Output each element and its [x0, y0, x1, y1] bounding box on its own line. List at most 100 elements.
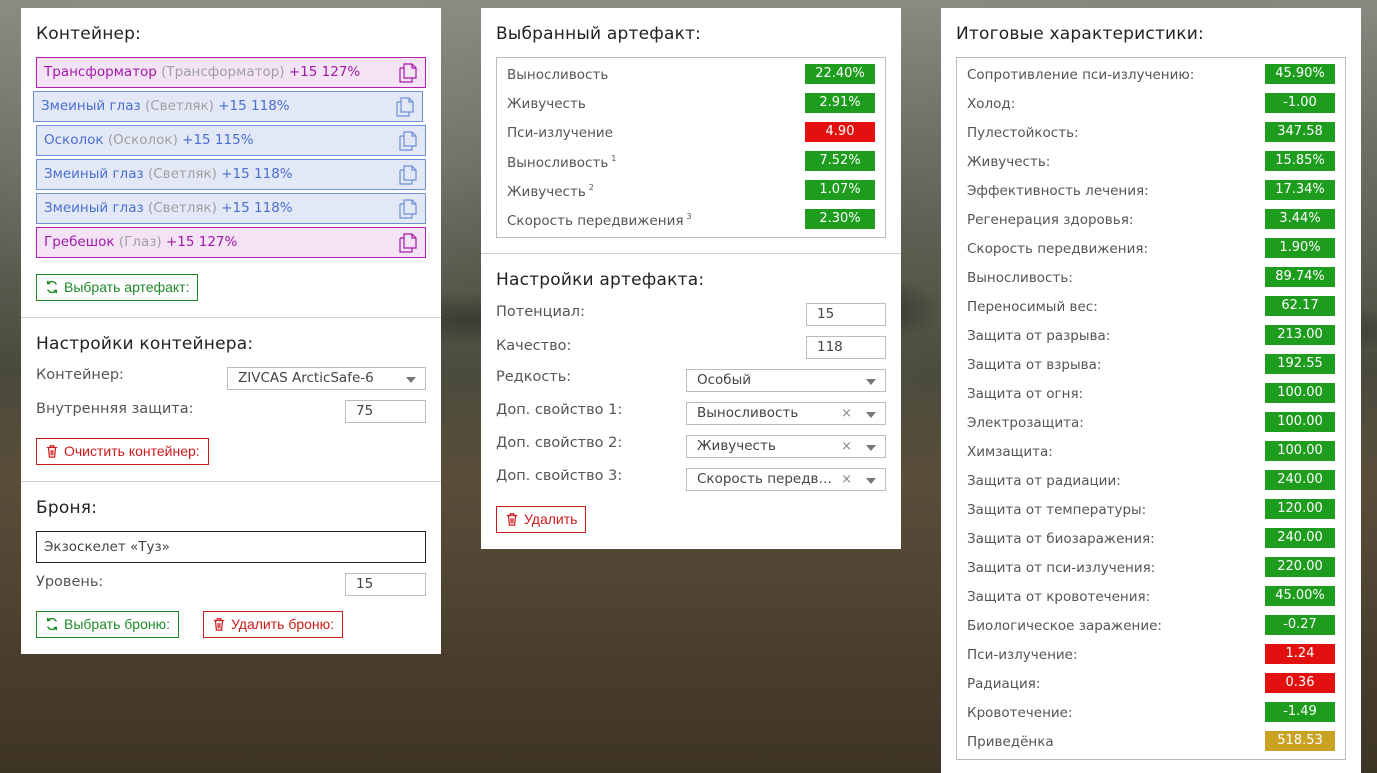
- stat-row: Электрозащита: 100.00: [957, 409, 1345, 438]
- copy-icon[interactable]: [399, 199, 417, 219]
- stat-name: Химзащита:: [967, 444, 1053, 460]
- divider: [21, 317, 441, 318]
- stat-name-text: Живучесть: [507, 96, 586, 112]
- copy-icon[interactable]: [399, 233, 417, 253]
- stat-row: Выносливость: 89.74%: [957, 264, 1345, 293]
- stat-value: 1.90%: [1265, 238, 1335, 258]
- artifact-item[interactable]: Змеиный глаз (Светляк) +15 118%: [36, 193, 426, 224]
- artifact-name: Змеиный глаз: [44, 200, 144, 216]
- stat-name: Переносимый вес:: [967, 299, 1098, 315]
- stat-name: Эффективность лечения:: [967, 183, 1149, 199]
- artifact-stats: +15 127%: [288, 64, 361, 80]
- stat-value: 1.07%: [805, 180, 875, 200]
- artifact-item[interactable]: Осколок (Осколок) +15 115%: [36, 125, 426, 156]
- delete-armor-button[interactable]: Удалить броню:: [203, 611, 344, 638]
- copy-icon[interactable]: [399, 63, 417, 83]
- prop2-select-value: Живучесть: [697, 438, 776, 454]
- quality-input[interactable]: 118: [806, 336, 886, 359]
- armor-level-input[interactable]: 15: [345, 573, 426, 596]
- clear-container-button[interactable]: Очистить контейнер:: [36, 438, 209, 465]
- stat-name-text: Защита от кровотечения:: [967, 589, 1151, 605]
- stat-value: 7.52%: [805, 151, 875, 171]
- stat-row: Эффективность лечения: 17.34%: [957, 177, 1345, 206]
- stat-value: 17.34%: [1265, 180, 1335, 200]
- stat-name-text: Защита от температуры:: [967, 502, 1147, 518]
- stat-row: Биологическое заражение: -0.27: [957, 612, 1345, 641]
- stat-name: Регенерация здоровья:: [967, 212, 1133, 228]
- artifact-item[interactable]: Трансформатор (Трансформатор) +15 127%: [36, 57, 426, 88]
- armor-name-field[interactable]: Экзоскелет «Туз»: [36, 531, 426, 563]
- copy-icon[interactable]: [396, 97, 414, 117]
- artifact-type: (Светляк): [147, 200, 217, 216]
- clear-icon[interactable]: ×: [841, 469, 852, 490]
- stat-name-text: Регенерация здоровья:: [967, 212, 1134, 228]
- stat-row: Радиация: 0.36: [957, 670, 1345, 699]
- container-select[interactable]: ZIVCAS ArcticSafe-6: [227, 367, 426, 390]
- artifact-item[interactable]: Змеиный глаз (Светляк) +15 118%: [36, 159, 426, 190]
- prop2-select[interactable]: Живучесть ×: [686, 435, 886, 458]
- clear-icon[interactable]: ×: [841, 403, 852, 424]
- container-select-value: ZIVCAS ArcticSafe-6: [238, 370, 374, 386]
- divider: [481, 253, 901, 254]
- prop3-select-value: Скорость передвижения: [697, 471, 840, 487]
- artifact-item[interactable]: Гребешок (Глаз) +15 127%: [36, 227, 426, 258]
- stat-value: 15.85%: [1265, 151, 1335, 171]
- delete-artifact-button[interactable]: Удалить: [496, 506, 587, 533]
- stat-value: 2.30%: [805, 209, 875, 229]
- select-artifact-button[interactable]: Выбрать артефакт:: [36, 274, 199, 301]
- artifact-stats: +15 127%: [165, 234, 238, 250]
- stat-value: 220.00: [1265, 557, 1335, 577]
- potential-input[interactable]: 15: [806, 303, 886, 326]
- stat-name-text: Радиация:: [967, 676, 1041, 692]
- refresh-icon: [46, 617, 58, 631]
- selected-artifact-title: Выбранный артефакт:: [496, 24, 702, 44]
- artifact-type: (Глаз): [118, 234, 162, 250]
- stat-value: 100.00: [1265, 412, 1335, 432]
- protection-input[interactable]: 75: [345, 400, 426, 423]
- copy-icon[interactable]: [399, 165, 417, 185]
- select-armor-button[interactable]: Выбрать броню:: [36, 611, 179, 638]
- copy-icon[interactable]: [399, 131, 417, 151]
- stat-name-text: Пулестойкость:: [967, 125, 1079, 141]
- artifact-name: Осколок: [44, 132, 104, 148]
- prop3-select[interactable]: Скорость передвижения ×: [686, 468, 886, 491]
- delete-armor-label: Удалить броню:: [231, 616, 335, 632]
- stat-name: Приведёнка: [967, 734, 1054, 750]
- divider: [21, 481, 441, 482]
- stat-name: Электрозащита:: [967, 415, 1084, 431]
- stat-name: Выносливость: [507, 67, 608, 83]
- stat-name: Пси-излучение: [507, 125, 613, 141]
- chevron-down-icon: [406, 377, 416, 383]
- stat-row: Пси-излучение 4.90: [497, 119, 885, 148]
- protection-label: Внутренняя защита:: [36, 401, 194, 417]
- totals-panel: Итоговые характеристики: Сопротивление п…: [941, 8, 1361, 773]
- stat-index: 1: [611, 154, 617, 163]
- artifact-type: (Трансформатор): [161, 64, 285, 80]
- stat-name-text: Холод:: [967, 96, 1016, 112]
- artifact-name: Змеиный глаз: [41, 98, 141, 114]
- chevron-down-icon: [866, 478, 876, 484]
- stat-name: Кровотечение:: [967, 705, 1073, 721]
- artifact-item[interactable]: Змеиный глаз (Светляк) +15 118%: [33, 91, 423, 122]
- stat-row: Сопротивление пси-излучению: 45.90%: [957, 61, 1345, 90]
- artifact-stats: +15 118%: [221, 166, 293, 182]
- container-title: Контейнер:: [36, 24, 142, 44]
- refresh-icon: [46, 280, 58, 294]
- stat-name-text: Скорость передвижения: [507, 213, 684, 229]
- rarity-select[interactable]: Особый: [686, 369, 886, 392]
- stat-value: 22.40%: [805, 64, 875, 84]
- stat-value: 240.00: [1265, 528, 1335, 548]
- container-label: Контейнер:: [36, 367, 124, 383]
- clear-icon[interactable]: ×: [841, 436, 852, 457]
- stat-value: 192.55: [1265, 354, 1335, 374]
- potential-label: Потенциал:: [496, 304, 585, 320]
- stat-row: Защита от огня: 100.00: [957, 380, 1345, 409]
- stat-name: Холод:: [967, 96, 1015, 112]
- prop1-label: Доп. свойство 1:: [496, 402, 623, 418]
- stat-name: Защита от разрыва:: [967, 328, 1110, 344]
- artifact-name: Змеиный глаз: [44, 166, 144, 182]
- stat-value: 4.90: [805, 122, 875, 142]
- stat-name-text: Защита от пси-излучения:: [967, 560, 1156, 576]
- stat-row: Живучесть 2.91%: [497, 90, 885, 119]
- prop1-select[interactable]: Выносливость ×: [686, 402, 886, 425]
